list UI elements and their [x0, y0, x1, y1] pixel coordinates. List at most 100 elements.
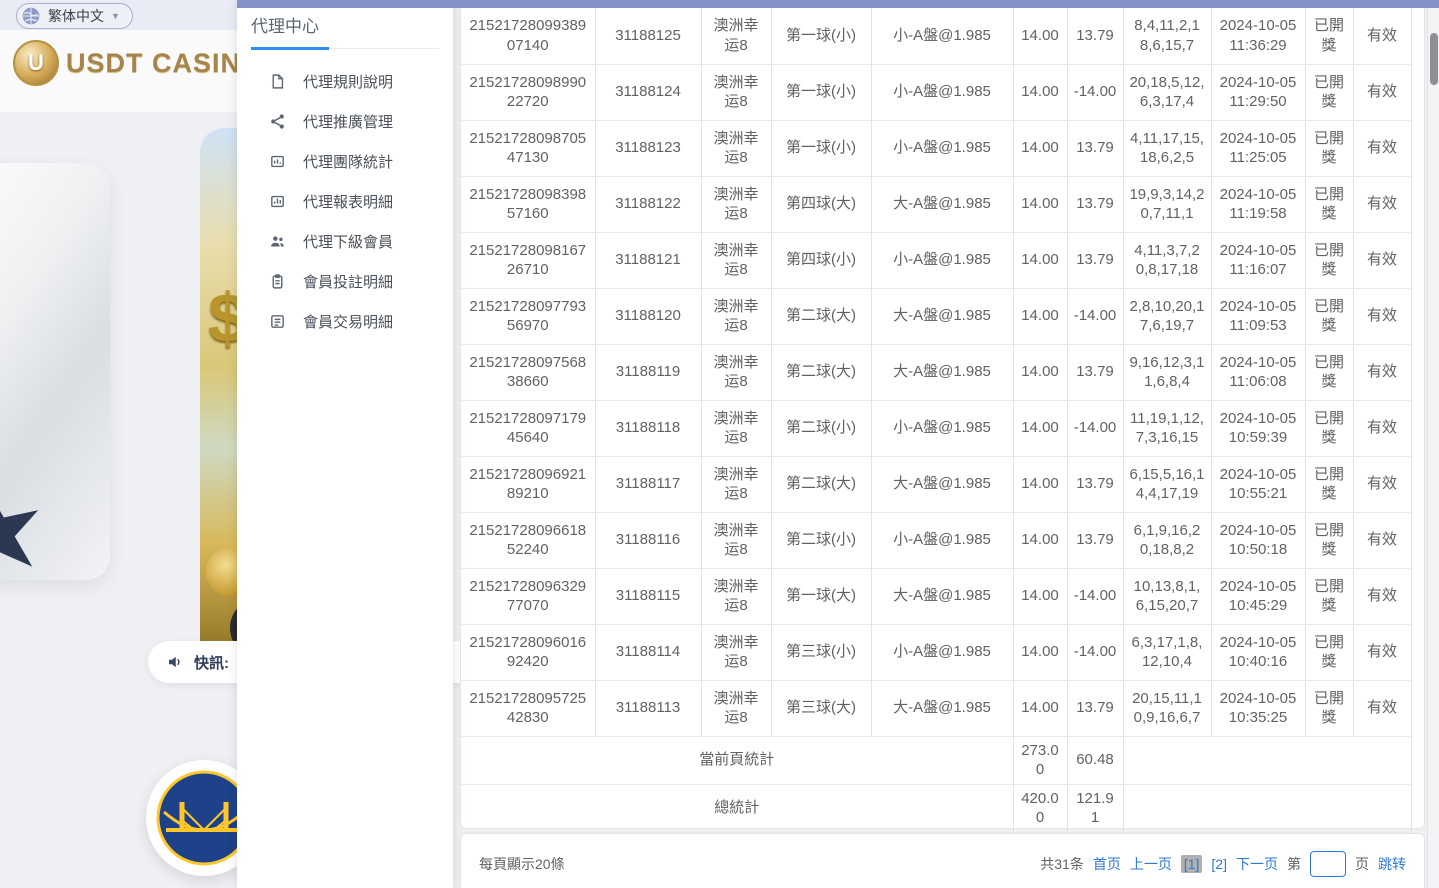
sidebar-item-agent-rules[interactable]: 代理規則說明 — [237, 61, 453, 101]
cell-bet-id: 2152172809839857160 — [461, 176, 595, 232]
cell-draw-status: 已開獎 — [1305, 344, 1353, 400]
first-page-link[interactable]: 首页 — [1093, 854, 1121, 874]
summary-row-total: 總統計 420.00 121.91 — [461, 784, 1411, 832]
cell-game-name: 澳洲幸运8 — [701, 624, 771, 680]
cell-valid-status: 有效 — [1353, 568, 1411, 624]
bet-records-panel: 2152172809938907140 31188125 澳洲幸运8 第一球(小… — [460, 8, 1425, 829]
cell-win-loss: 13.79 — [1067, 8, 1123, 64]
scrollbar-thumb[interactable] — [1430, 33, 1438, 85]
cell-win-loss: 13.79 — [1067, 176, 1123, 232]
bet-records-table: 2152172809938907140 31188125 澳洲幸运8 第一球(小… — [461, 8, 1412, 833]
transaction-icon — [269, 313, 286, 330]
cell-play-type: 第四球(大) — [771, 176, 871, 232]
cell-valid-status: 有效 — [1353, 624, 1411, 680]
cell-draw-status: 已開獎 — [1305, 288, 1353, 344]
cell-period: 31188124 — [595, 64, 701, 120]
cell-win-loss: -14.00 — [1067, 400, 1123, 456]
sidebar-item-bet-detail[interactable]: 會員投註明細 — [237, 261, 453, 301]
table-row[interactable]: 2152172809816726710 31188121 澳洲幸运8 第四球(小… — [461, 232, 1411, 288]
cell-bet-amount: 14.00 — [1013, 288, 1067, 344]
cell-game-name: 澳洲幸运8 — [701, 344, 771, 400]
cell-odds: 大-A盤@1.985 — [871, 456, 1013, 512]
vertical-scrollbar[interactable] — [1427, 0, 1439, 888]
table-row[interactable]: 2152172809870547130 31188123 澳洲幸运8 第一球(小… — [461, 120, 1411, 176]
sidebar-item-label: 代理下級會員 — [303, 231, 393, 252]
summary-total-winloss: 121.91 — [1067, 784, 1123, 832]
table-row[interactable]: 2152172809839857160 31188122 澳洲幸运8 第四球(大… — [461, 176, 1411, 232]
cell-game-name: 澳洲幸运8 — [701, 232, 771, 288]
cell-draw-numbers: 10,13,8,1,6,15,20,7 — [1123, 568, 1211, 624]
cell-bet-time: 2024-10-05 10:50:18 — [1211, 512, 1305, 568]
bet-detail-icon — [269, 273, 286, 290]
table-row[interactable]: 2152172809779356970 31188120 澳洲幸运8 第二球(大… — [461, 288, 1411, 344]
cell-period: 31188125 — [595, 8, 701, 64]
sidebar-item-agent-promotion[interactable]: 代理推廣管理 — [237, 101, 453, 141]
cell-bet-time: 2024-10-05 11:36:29 — [1211, 8, 1305, 64]
cell-draw-numbers: 2,8,10,20,17,6,19,7 — [1123, 288, 1211, 344]
cell-draw-numbers: 8,4,11,2,18,6,15,7 — [1123, 8, 1211, 64]
summary-total-amount: 420.00 — [1013, 784, 1067, 832]
report-icon — [269, 193, 286, 210]
cell-bet-id: 2152172809692189210 — [461, 456, 595, 512]
page-jump-input[interactable] — [1310, 851, 1346, 877]
sidebar-item-downline-members[interactable]: 代理下級會員 — [237, 221, 453, 261]
cell-bet-time: 2024-10-05 11:25:05 — [1211, 120, 1305, 176]
cell-bet-id: 2152172809756838660 — [461, 344, 595, 400]
cell-period: 31188118 — [595, 400, 701, 456]
cell-valid-status: 有效 — [1353, 456, 1411, 512]
console-banner-image[interactable]: ★ — [0, 163, 110, 580]
jump-suffix-label: 页 — [1355, 854, 1369, 874]
table-summary: 當前頁統計 273.00 60.48 總統計 420.00 121.91 — [461, 736, 1411, 832]
cell-draw-status: 已開獎 — [1305, 64, 1353, 120]
cell-bet-id: 2152172809632977070 — [461, 568, 595, 624]
brand-coin-logo[interactable]: U — [13, 40, 59, 86]
cell-bet-id: 2152172809899022720 — [461, 64, 595, 120]
table-row[interactable]: 2152172809692189210 31188117 澳洲幸运8 第二球(大… — [461, 456, 1411, 512]
table-row[interactable]: 2152172809899022720 31188124 澳洲幸运8 第一球(小… — [461, 64, 1411, 120]
table-row[interactable]: 2152172809632977070 31188115 澳洲幸运8 第一球(大… — [461, 568, 1411, 624]
cell-odds: 小-A盤@1.985 — [871, 232, 1013, 288]
cell-bet-amount: 14.00 — [1013, 120, 1067, 176]
cell-bet-id: 2152172809661852240 — [461, 512, 595, 568]
sidebar-item-transaction-detail[interactable]: 會員交易明細 — [237, 301, 453, 341]
table-row[interactable]: 2152172809572542830 31188113 澳洲幸运8 第三球(大… — [461, 680, 1411, 736]
cell-bet-amount: 14.00 — [1013, 176, 1067, 232]
jump-button[interactable]: 跳转 — [1378, 854, 1406, 874]
cell-win-loss: 13.79 — [1067, 456, 1123, 512]
table-row[interactable]: 2152172809756838660 31188119 澳洲幸运8 第二球(大… — [461, 344, 1411, 400]
cell-valid-status: 有效 — [1353, 176, 1411, 232]
cell-play-type: 第二球(大) — [771, 456, 871, 512]
pagination-bar: 每頁顯示20條 共31条 首页 上一页 [1] [2] 下一页 第 页 跳转 — [460, 833, 1425, 888]
page-1-current[interactable]: [1] — [1181, 855, 1203, 873]
cell-bet-time: 2024-10-05 10:59:39 — [1211, 400, 1305, 456]
sidebar-title: 代理中心 — [251, 12, 439, 37]
sidebar-item-team-stats[interactable]: 代理團隊統計 — [237, 141, 453, 181]
table-row[interactable]: 2152172809661852240 31188116 澳洲幸运8 第二球(小… — [461, 512, 1411, 568]
cell-valid-status: 有效 — [1353, 288, 1411, 344]
cell-game-name: 澳洲幸运8 — [701, 680, 771, 736]
cell-draw-numbers: 6,15,5,16,14,4,17,19 — [1123, 456, 1211, 512]
cell-odds: 小-A盤@1.985 — [871, 64, 1013, 120]
next-page-link[interactable]: 下一页 — [1236, 854, 1278, 874]
coin-letter: U — [28, 50, 44, 76]
cell-win-loss: -14.00 — [1067, 624, 1123, 680]
prev-page-link[interactable]: 上一页 — [1130, 854, 1172, 874]
cell-bet-amount: 14.00 — [1013, 232, 1067, 288]
sidebar-item-label: 代理團隊統計 — [303, 151, 393, 172]
sidebar-item-report-detail[interactable]: 代理報表明細 — [237, 181, 453, 221]
cell-play-type: 第一球(大) — [771, 568, 871, 624]
cell-bet-time: 2024-10-05 10:40:16 — [1211, 624, 1305, 680]
table-row[interactable]: 2152172809601692420 31188114 澳洲幸运8 第三球(小… — [461, 624, 1411, 680]
page-2-link[interactable]: [2] — [1211, 856, 1227, 872]
share-icon — [269, 113, 286, 130]
language-selector[interactable]: 繁体中文 ▼ — [16, 3, 133, 29]
table-row[interactable]: 2152172809938907140 31188125 澳洲幸运8 第一球(小… — [461, 8, 1411, 64]
cell-odds: 小-A盤@1.985 — [871, 400, 1013, 456]
summary-total-label: 總統計 — [461, 784, 1013, 832]
cell-draw-numbers: 20,15,11,10,9,16,6,7 — [1123, 680, 1211, 736]
cell-bet-id: 2152172809938907140 — [461, 8, 595, 64]
cell-draw-status: 已開獎 — [1305, 512, 1353, 568]
cell-bet-id: 2152172809717945640 — [461, 400, 595, 456]
cell-draw-numbers: 4,11,3,7,20,8,17,18 — [1123, 232, 1211, 288]
table-row[interactable]: 2152172809717945640 31188118 澳洲幸运8 第二球(小… — [461, 400, 1411, 456]
